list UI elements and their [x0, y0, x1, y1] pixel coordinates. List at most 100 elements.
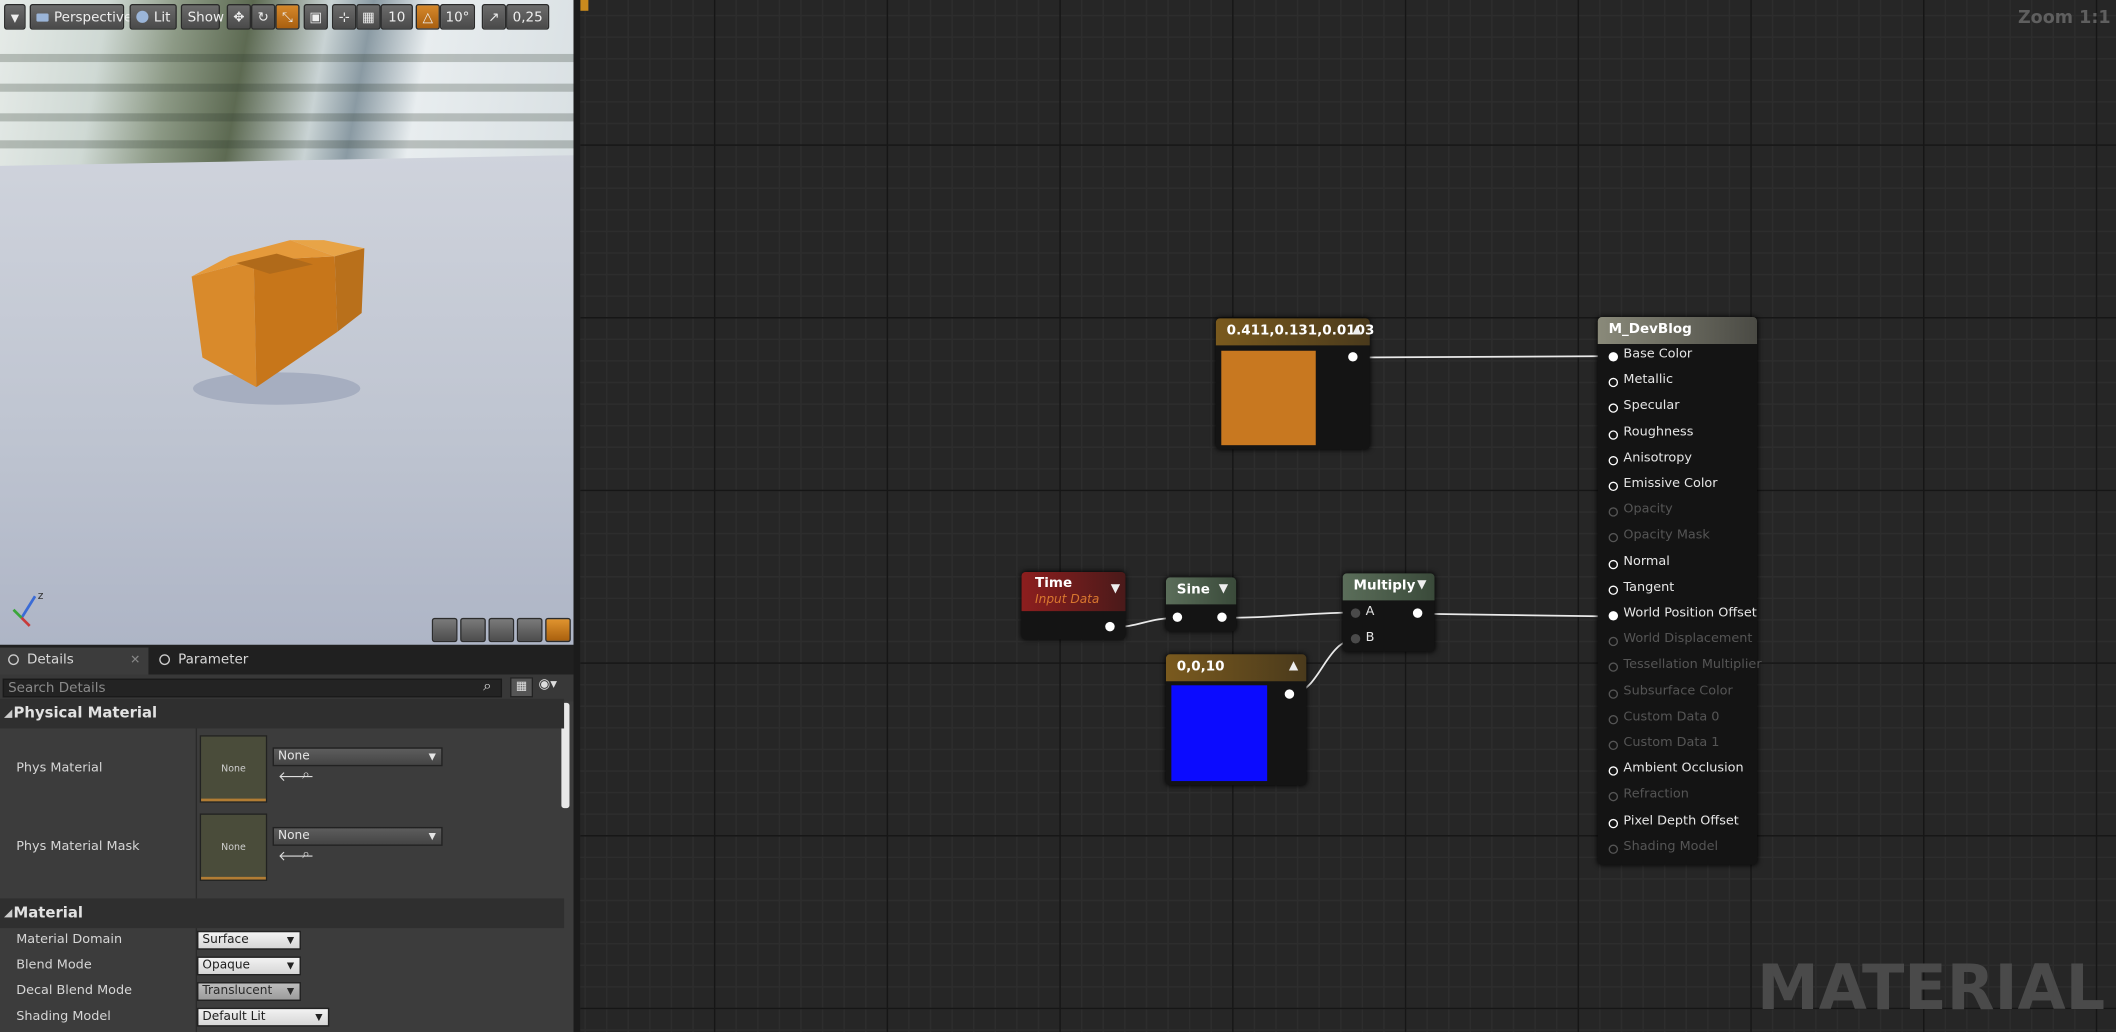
sine-node[interactable]: Sine ▼ [1165, 577, 1237, 632]
combo-value: None [277, 750, 310, 764]
grid-snap-toggle[interactable]: ▦ [356, 4, 381, 30]
rotation-snap-value[interactable]: 10° [439, 4, 476, 30]
preview-cylinder-button[interactable] [431, 617, 458, 643]
node-header: 0.411,0.131,0.0103 ▲ [1215, 318, 1374, 346]
collapse-down-icon[interactable]: ▼ [1219, 577, 1228, 603]
collapse-up-icon[interactable]: ▲ [1352, 318, 1361, 344]
result-pin[interactable] [1608, 455, 1619, 466]
thumbnail-label: None [221, 841, 246, 853]
result-pin[interactable] [1608, 481, 1619, 492]
preview-plane-button[interactable] [488, 617, 515, 643]
input-pin-b[interactable] [1350, 634, 1361, 644]
viewport-options-button[interactable]: ▼ [4, 4, 26, 30]
result-pin[interactable] [1608, 766, 1619, 776]
coordinate-system-button[interactable]: ▣ [303, 4, 328, 30]
blend-mode-combo[interactable]: Opaque ▼ [197, 956, 301, 976]
scale-snap-value[interactable]: 0,25 [506, 4, 550, 30]
result-pin[interactable] [1608, 611, 1619, 621]
lit-label: Lit [153, 10, 171, 26]
panel-splitter[interactable] [573, 0, 581, 1032]
show-button[interactable]: Show [180, 4, 224, 30]
eye-icon[interactable]: ◉▾ [538, 677, 557, 692]
collapse-down-icon[interactable]: ▼ [1111, 583, 1120, 596]
preview-mesh-button[interactable] [545, 617, 571, 643]
result-pin [1608, 792, 1619, 802]
input-pin[interactable] [1172, 612, 1183, 622]
chevron-down-icon: ▼ [428, 751, 436, 763]
material-result-node[interactable]: M_DevBlog Base Color Metallic Specular Roug… [1597, 317, 1762, 865]
browse-search-icon[interactable]: ⌕ [302, 768, 310, 783]
multiply-node[interactable]: Multiply ▼ A B [1342, 573, 1435, 652]
result-pin[interactable] [1608, 377, 1619, 388]
result-pin[interactable] [1608, 352, 1619, 362]
input-pin-a[interactable] [1350, 608, 1361, 618]
time-node[interactable]: Time Input Data ▼ [1021, 571, 1126, 640]
result-pin-label: Emissive Color [1623, 476, 1718, 492]
shading-model-combo[interactable]: Default Lit ▼ [197, 1007, 330, 1027]
phys-material-thumbnail[interactable]: None [199, 735, 268, 803]
constant3vector-color-node[interactable]: 0.411,0.131,0.0103 ▲ [1215, 318, 1374, 450]
close-icon[interactable]: ✕ [130, 648, 140, 675]
collapse-up-icon[interactable]: ▲ [1289, 654, 1298, 680]
phys-material-mask-combo[interactable]: None ▼ [272, 826, 443, 846]
result-pin-label: Ambient Occlusion [1623, 761, 1744, 776]
result-pin [1608, 714, 1619, 725]
color-swatch [1221, 350, 1316, 446]
preview-cube-button[interactable] [516, 617, 543, 643]
collapse-down-icon[interactable]: ▼ [1417, 573, 1426, 599]
perspective-button[interactable]: Perspective [29, 4, 132, 30]
node-header: 0,0,10 ▲ [1165, 654, 1307, 682]
scale-snap-toggle[interactable]: ↗ [481, 4, 507, 30]
view-options-grid-icon[interactable]: ▦ [510, 677, 534, 698]
translate-tool-button[interactable]: ✥ [226, 4, 252, 30]
rotation-snap-toggle[interactable]: △ [415, 4, 440, 30]
category-physical-material[interactable]: ◢ Physical Material [0, 698, 565, 729]
result-pin[interactable] [1608, 818, 1619, 828]
tab-parameter-defaults[interactable]: Parameter Defaults [151, 648, 302, 695]
output-pin[interactable] [1284, 689, 1295, 699]
search-details-input[interactable] [2, 678, 503, 698]
camera-icon [36, 13, 49, 22]
constant3vector-blue-node[interactable]: 0,0,10 ▲ [1165, 654, 1307, 786]
category-material[interactable]: ◢ Material [0, 898, 565, 929]
tab-details[interactable]: Details ✕ [0, 647, 149, 675]
rotate-tool-button[interactable]: ↻ [251, 4, 276, 30]
result-pin[interactable] [1608, 429, 1619, 440]
phys-material-combo[interactable]: None ▼ [272, 747, 443, 767]
thumbnail-label: None [221, 763, 246, 775]
node-title: Multiply [1353, 578, 1416, 594]
asset-type-bar [201, 876, 266, 880]
result-pin[interactable] [1608, 585, 1619, 595]
decal-blend-mode-combo[interactable]: Translucent ▼ [197, 982, 301, 1001]
material-graph-canvas[interactable]: Zoom 1:1 MATERIAL 0.411,0.131,0.0103 ▲ T… [580, 0, 2116, 1032]
result-pin[interactable] [1608, 403, 1619, 414]
output-pin[interactable] [1348, 352, 1358, 362]
viewport-3d[interactable]: ▼ Perspective Lit Show ✥ ↻ ⤡ ▣ ⊹ ▦ 10 △ … [0, 0, 574, 645]
wire-constant-to-base-color [1354, 355, 1616, 359]
browse-search-icon[interactable]: ⌕ [302, 847, 310, 862]
scale-tool-button[interactable]: ⤡ [275, 4, 300, 30]
search-icon[interactable]: ⌕ [483, 677, 491, 696]
material-domain-combo[interactable]: Surface ▼ [197, 930, 301, 950]
surface-snapping-button[interactable]: ⊹ [331, 4, 357, 30]
wire-multiply-to-wpo [1419, 612, 1616, 618]
details-tab-bar: Details ✕ Parameter Defaults [0, 644, 574, 695]
property-label: Material Domain [16, 932, 123, 948]
chevron-down-icon: ▼ [10, 12, 20, 25]
output-pin[interactable] [1105, 621, 1115, 632]
result-pin[interactable] [1608, 559, 1619, 569]
property-decal-blend-mode: Decal Blend Mode Translucent ▼ [0, 979, 564, 1005]
result-pin [1608, 636, 1619, 647]
property-phys-material: Phys Material None None ▼ 🡐 ⌕ [0, 728, 564, 809]
collapse-triangle-icon: ◢ [4, 906, 13, 919]
phys-material-mask-thumbnail[interactable]: None [199, 813, 268, 881]
output-pin[interactable] [1412, 608, 1423, 618]
result-pin [1608, 507, 1619, 517]
preview-sphere-button[interactable] [460, 617, 486, 643]
chevron-down-icon: ▼ [286, 960, 295, 972]
preview-mesh[interactable] [0, 0, 574, 645]
lit-button[interactable]: Lit [129, 4, 177, 30]
grid-snap-value[interactable]: 10 [380, 4, 413, 30]
chevron-down-icon: ▼ [428, 830, 436, 842]
output-pin[interactable] [1217, 612, 1227, 622]
